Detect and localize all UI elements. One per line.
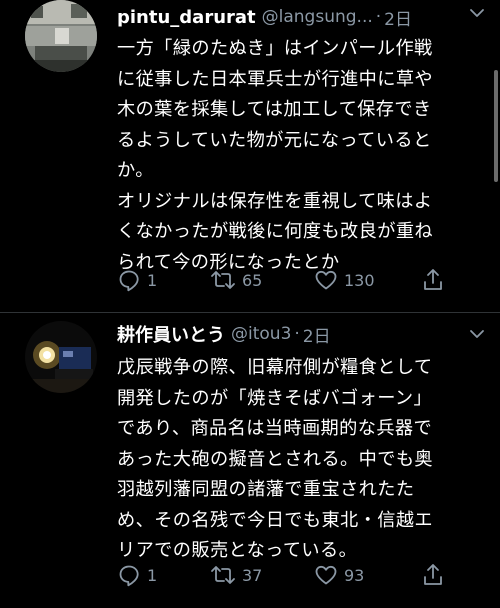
heart-icon [315,270,337,290]
retweet-button[interactable]: 65 [209,267,262,293]
share-icon [424,564,442,585]
chevron-down-icon[interactable] [468,327,486,341]
scrollbar-thumb[interactable] [494,70,498,182]
tweet-text: 一方「緑のたぬき」はインパール作戦 に従事した日本軍兵士が行進中に草や 木の葉を… [117,38,433,273]
user-handle[interactable]: @langsung... [262,7,373,27]
tweet[interactable]: 耕作員いとう @itou3 · 2日 戊辰戦争の際、旧幕府側が糧食として 開発し… [0,313,500,608]
share-icon [424,269,442,290]
heart-icon [315,565,337,585]
reply-button[interactable]: 1 [116,562,157,588]
tweet-text: 戊辰戦争の際、旧幕府側が糧食として 開発したのが「焼きそばバゴォーン」 であり、… [117,357,433,561]
tweet[interactable]: pintu_darurat @langsung... · 2日 一方「緑のたぬき… [0,0,500,312]
display-name[interactable]: 耕作員いとう [117,321,225,347]
timestamp[interactable]: 2日 [384,5,412,30]
like-count: 130 [344,270,375,290]
like-count: 93 [344,565,365,585]
tweet-actions: 1 37 93 [112,560,460,590]
display-name[interactable]: pintu_darurat [117,7,256,28]
reply-icon [119,565,139,587]
user-handle[interactable]: @itou3 [231,324,291,344]
avatar[interactable] [25,321,97,393]
like-button[interactable]: 130 [313,267,375,293]
retweet-count: 65 [242,270,263,290]
reply-button[interactable]: 1 [116,267,157,293]
retweet-count: 37 [242,565,263,585]
share-button[interactable] [421,267,445,293]
separator-dot: · [375,7,382,27]
chevron-down-icon[interactable] [468,6,486,20]
tweet-actions: 1 65 130 [112,265,460,295]
avatar-image [25,321,97,393]
tweet-header: 耕作員いとう @itou3 · 2日 [117,321,486,347]
retweet-icon [211,566,235,584]
retweet-button[interactable]: 37 [209,562,262,588]
avatar-image [25,0,97,72]
tweet-header: pintu_darurat @langsung... · 2日 [117,4,486,30]
reply-count: 1 [147,565,158,585]
timestamp[interactable]: 2日 [303,322,331,347]
retweet-icon [211,271,235,289]
share-button[interactable] [421,562,445,588]
avatar[interactable] [25,0,97,72]
reply-count: 1 [147,270,158,290]
separator-dot: · [294,324,300,344]
like-button[interactable]: 93 [313,562,364,588]
reply-icon [119,270,139,292]
